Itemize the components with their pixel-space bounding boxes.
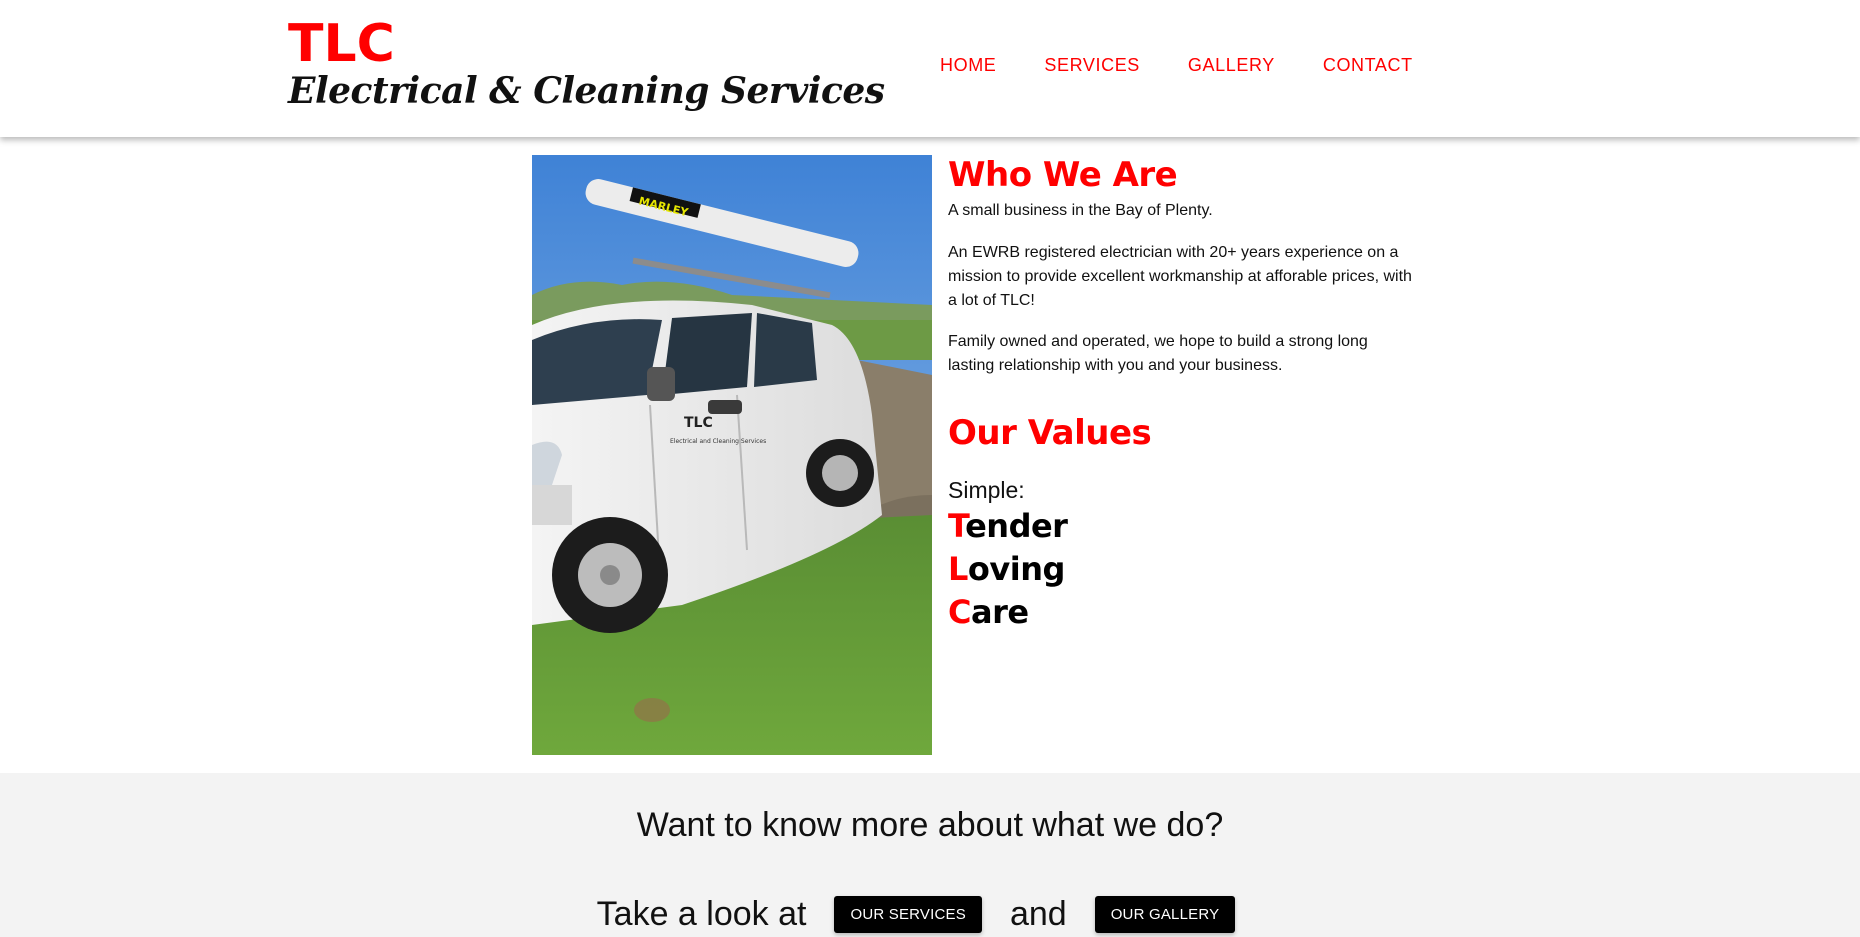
cta-joiner-text: and xyxy=(1009,895,1067,933)
value-rest: ender xyxy=(965,507,1068,545)
nav-services-link[interactable]: SERVICES xyxy=(1044,55,1140,76)
nav-gallery-link[interactable]: GALLERY xyxy=(1188,55,1275,76)
logo-subtitle[interactable]: Electrical & Cleaning Services xyxy=(288,70,885,112)
main-nav: HOME SERVICES GALLERY CONTACT xyxy=(940,55,1461,76)
values-lead: Simple: xyxy=(948,477,1025,503)
van-sign-title: TLC xyxy=(684,415,713,431)
about-paragraph-1: A small business in the Bay of Plenty. xyxy=(948,202,1213,219)
van-sign-subtitle: Electrical and Cleaning Services xyxy=(670,438,766,445)
cta-lead-text: Take a look at xyxy=(596,895,807,933)
van-photo: MARLEY TLC Electrical and Cleaning Servi… xyxy=(532,155,932,755)
cta-band: Want to know more about what we do? Take… xyxy=(0,773,1860,937)
value-tender: Tender xyxy=(948,507,1068,545)
our-services-button[interactable]: OUR SERVICES xyxy=(834,896,982,933)
value-rest: oving xyxy=(967,550,1066,588)
about-paragraph-3: Family owned and operated, we hope to bu… xyxy=(948,333,1368,374)
cta-heading: Want to know more about what we do? xyxy=(636,806,1224,844)
site-header: TLC Electrical & Cleaning Services HOME … xyxy=(0,0,1860,137)
value-initial: C xyxy=(948,593,971,631)
van-photo-illustration: MARLEY TLC Electrical and Cleaning Servi… xyxy=(532,155,932,755)
value-initial: T xyxy=(948,507,966,545)
who-we-are-heading: Who We Are xyxy=(948,155,1178,195)
nav-contact-link[interactable]: CONTACT xyxy=(1323,55,1413,76)
our-gallery-button[interactable]: OUR GALLERY xyxy=(1094,896,1236,933)
value-rest: are xyxy=(970,593,1029,631)
cta-row: Take a look at OUR SERVICES and OUR GALL… xyxy=(0,895,1860,934)
about-paragraph-2: An EWRB registered electrician with 20+ … xyxy=(948,244,1412,309)
logo-title[interactable]: TLC xyxy=(288,14,395,74)
value-initial: L xyxy=(948,550,968,588)
value-loving: Loving xyxy=(948,550,1065,588)
our-values-heading: Our Values xyxy=(948,413,1152,453)
value-care: Care xyxy=(948,593,1029,631)
nav-home-link[interactable]: HOME xyxy=(940,55,996,76)
